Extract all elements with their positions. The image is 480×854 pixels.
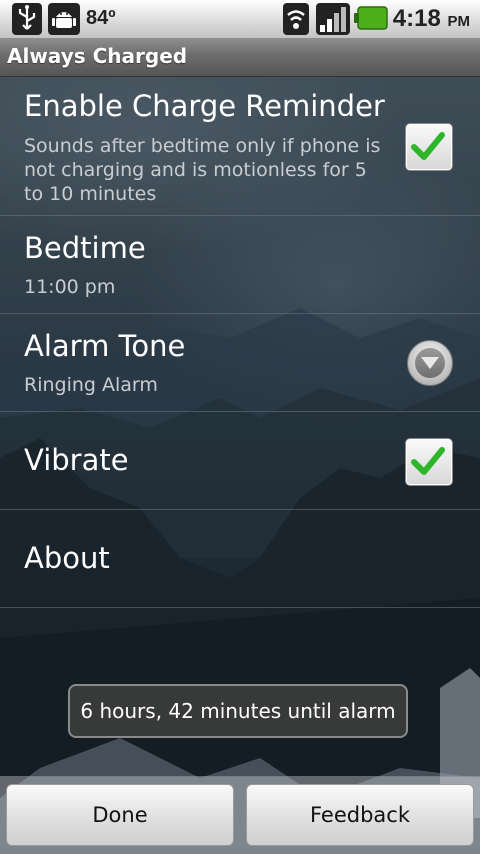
pref-vibrate[interactable]: Vibrate (0, 412, 480, 510)
pref-summary: Sounds after bedtime only if phone is no… (24, 135, 381, 205)
android-debug-icon (48, 3, 80, 39)
app-title-bar: Always Charged (0, 38, 480, 77)
button-bar: Done Feedback (0, 776, 480, 854)
pref-about[interactable]: About (0, 510, 480, 608)
pref-alarm-tone[interactable]: Alarm Tone Ringing Alarm (0, 314, 480, 412)
usb-icon (12, 3, 42, 39)
app-title: Always Charged (7, 44, 188, 68)
pref-summary: Ringing Alarm (24, 374, 158, 396)
pref-enable-charge-reminder[interactable]: Enable Charge Reminder Sounds after bedt… (0, 77, 480, 216)
alarm-countdown-toast: 6 hours, 42 minutes until alarm (68, 684, 408, 738)
wifi-icon (283, 3, 309, 39)
done-button[interactable]: Done (6, 784, 234, 846)
chevron-down-icon (421, 357, 439, 369)
pref-title: Alarm Tone (24, 329, 186, 363)
feedback-button[interactable]: Feedback (246, 784, 474, 846)
pref-summary: 11:00 pm (24, 276, 116, 298)
temperature-text: 84º (86, 7, 116, 29)
checkmark-icon (411, 132, 445, 160)
status-bar: 84º 4:18 PM (0, 0, 480, 38)
pref-title: About (24, 541, 110, 575)
enable-reminder-checkbox[interactable] (405, 123, 453, 171)
checkmark-icon (411, 447, 445, 475)
pref-title: Vibrate (24, 443, 129, 477)
pref-title: Bedtime (24, 231, 146, 265)
battery-icon (354, 6, 388, 34)
signal-icon (316, 3, 350, 39)
clock-text: 4:18 PM (392, 5, 470, 32)
pref-title: Enable Charge Reminder (24, 89, 385, 123)
alarm-tone-dropdown[interactable] (407, 340, 453, 386)
vibrate-checkbox[interactable] (405, 438, 453, 486)
pref-bedtime[interactable]: Bedtime 11:00 pm (0, 216, 480, 314)
